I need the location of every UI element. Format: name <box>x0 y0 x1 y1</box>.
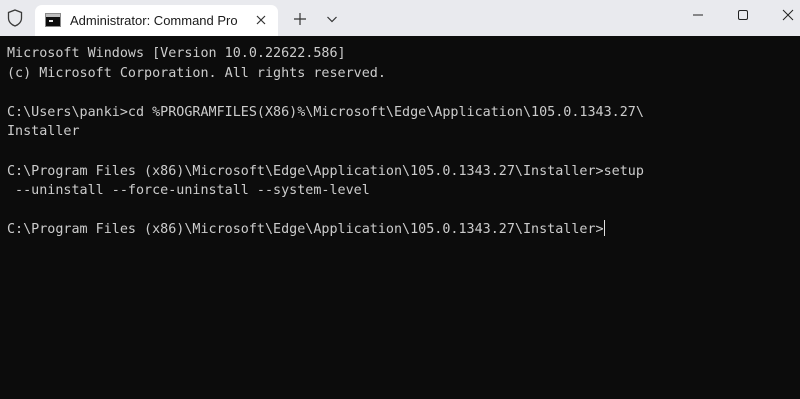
shield-icon <box>6 8 24 28</box>
tab-title: Administrator: Command Pro <box>70 13 238 28</box>
terminal-prompt-line[interactable]: C:\Program Files (x86)\Microsoft\Edge\Ap… <box>7 220 800 240</box>
terminal-line: (c) Microsoft Corporation. All rights re… <box>7 65 386 81</box>
maximize-button[interactable] <box>719 0 765 32</box>
terminal-line: Installer <box>7 124 80 140</box>
terminal-line: C:\Users\panki>cd %PROGRAMFILES(X86)%\Mi… <box>7 104 644 120</box>
prompt-text: C:\Program Files (x86)\Microsoft\Edge\Ap… <box>7 222 604 238</box>
maximize-icon <box>738 10 748 20</box>
minimize-button[interactable] <box>674 0 720 32</box>
close-window-button[interactable] <box>764 0 800 32</box>
text-cursor <box>603 220 605 237</box>
terminal-line: --uninstall --force-uninstall --system-l… <box>7 183 370 199</box>
new-tab-button[interactable] <box>291 10 309 28</box>
terminal-line: Microsoft Windows [Version 10.0.22622.58… <box>7 46 346 61</box>
chevron-down-icon[interactable] <box>323 10 341 28</box>
terminal-output[interactable]: Microsoft Windows [Version 10.0.22622.58… <box>0 36 800 399</box>
close-icon <box>782 9 794 21</box>
close-icon[interactable] <box>253 12 269 28</box>
title-bar: Administrator: Command Pro <box>0 0 800 36</box>
minimize-icon <box>693 14 703 16</box>
command-prompt-icon <box>45 13 61 27</box>
terminal-line: C:\Program Files (x86)\Microsoft\Edge\Ap… <box>7 163 644 179</box>
tab-command-prompt[interactable]: Administrator: Command Pro <box>35 5 278 36</box>
